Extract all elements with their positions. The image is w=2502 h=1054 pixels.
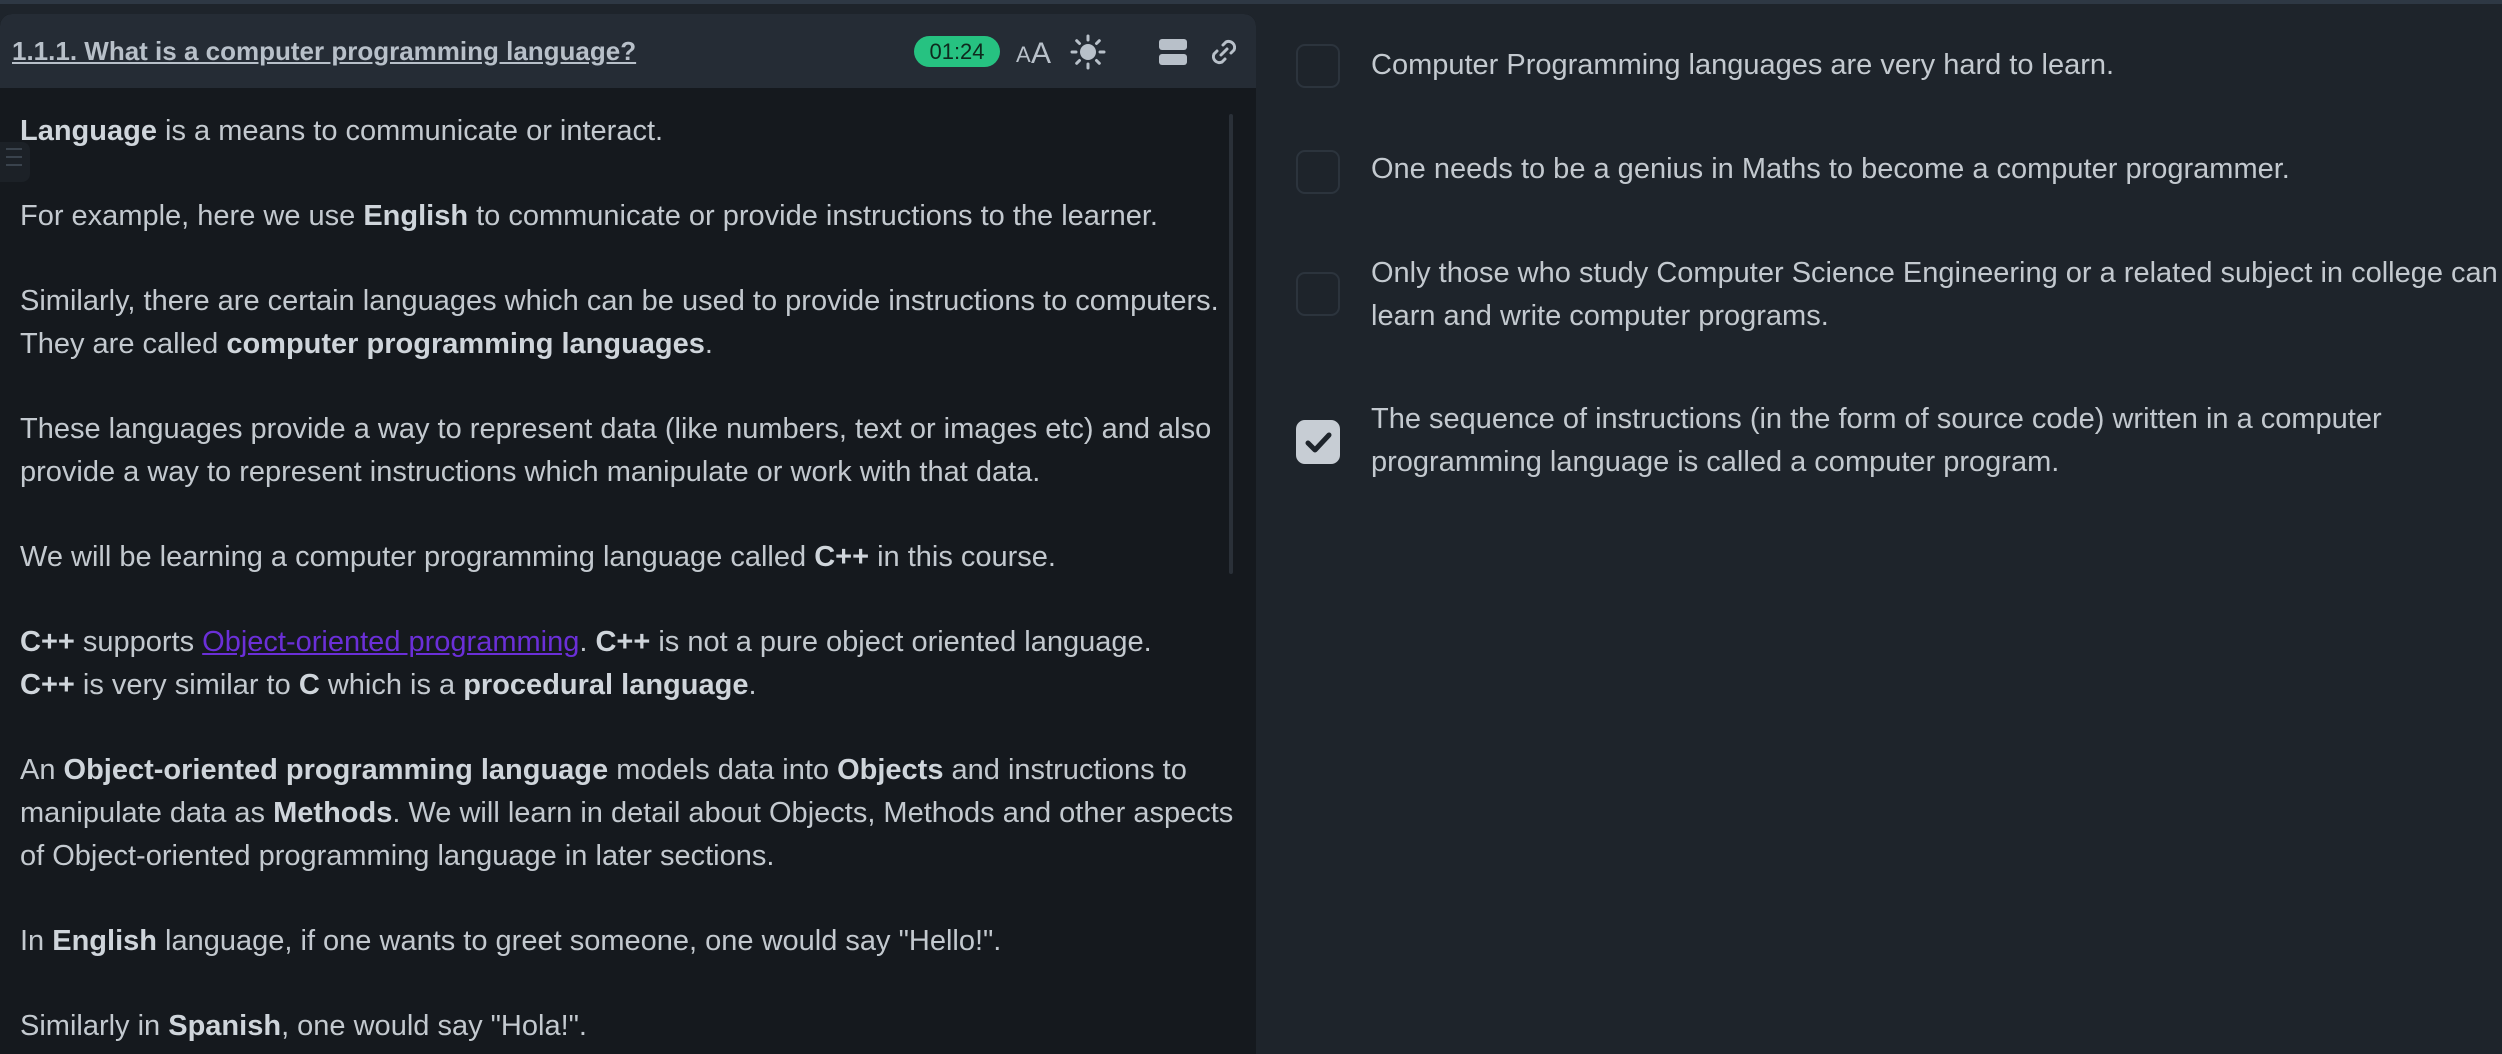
link-icon[interactable] bbox=[1204, 32, 1244, 72]
page-title[interactable]: 1.1.1. What is a computer programming la… bbox=[12, 36, 636, 67]
layout-icon[interactable] bbox=[1153, 32, 1193, 72]
paragraph: We will be learning a computer programmi… bbox=[20, 541, 1056, 573]
paragraph: An Object-oriented programming language … bbox=[20, 754, 1234, 872]
option-text: Only those who study Computer Science En… bbox=[1371, 257, 2498, 332]
checkmark-icon bbox=[1305, 432, 1332, 453]
paragraph: For example, here we use English to comm… bbox=[20, 200, 1158, 232]
option-text: Computer Programming languages are very … bbox=[1371, 49, 2115, 81]
paragraph: In English language, if one wants to gre… bbox=[20, 925, 1002, 957]
svg-text:A: A bbox=[1031, 37, 1051, 70]
quiz-panel: Computer Programming languages are very … bbox=[1256, 0, 2502, 1054]
option-checkbox[interactable] bbox=[1296, 44, 1340, 88]
timer-badge: 01:24 bbox=[914, 36, 1000, 67]
theme-sun-icon[interactable] bbox=[1068, 32, 1108, 72]
lesson-content: Language is a means to communicate or in… bbox=[20, 110, 1240, 1054]
option-text: The sequence of instructions (in the for… bbox=[1371, 403, 2382, 478]
svg-text:A: A bbox=[1016, 42, 1031, 67]
option-checkbox-checked[interactable] bbox=[1296, 420, 1340, 464]
paragraph: Language is a means to communicate or in… bbox=[20, 115, 664, 147]
panel-header: 1.1.1. What is a computer programming la… bbox=[0, 14, 1256, 88]
paragraph: Similarly, there are certain languages w… bbox=[20, 285, 1219, 360]
reading-panel: 1.1.1. What is a computer programming la… bbox=[0, 14, 1256, 1054]
option-text: One needs to be a genius in Maths to bec… bbox=[1371, 153, 2290, 185]
paragraph: C++ supports Object-oriented programming… bbox=[20, 626, 1152, 701]
paragraph: Similarly in Spanish, one would say "Hol… bbox=[20, 1010, 587, 1042]
option-checkbox[interactable] bbox=[1296, 272, 1340, 316]
paragraph: These languages provide a way to represe… bbox=[20, 413, 1212, 488]
oop-link[interactable]: Object-oriented programming bbox=[202, 626, 579, 658]
option-checkbox[interactable] bbox=[1296, 150, 1340, 194]
font-size-icon[interactable]: AA bbox=[1014, 32, 1054, 72]
